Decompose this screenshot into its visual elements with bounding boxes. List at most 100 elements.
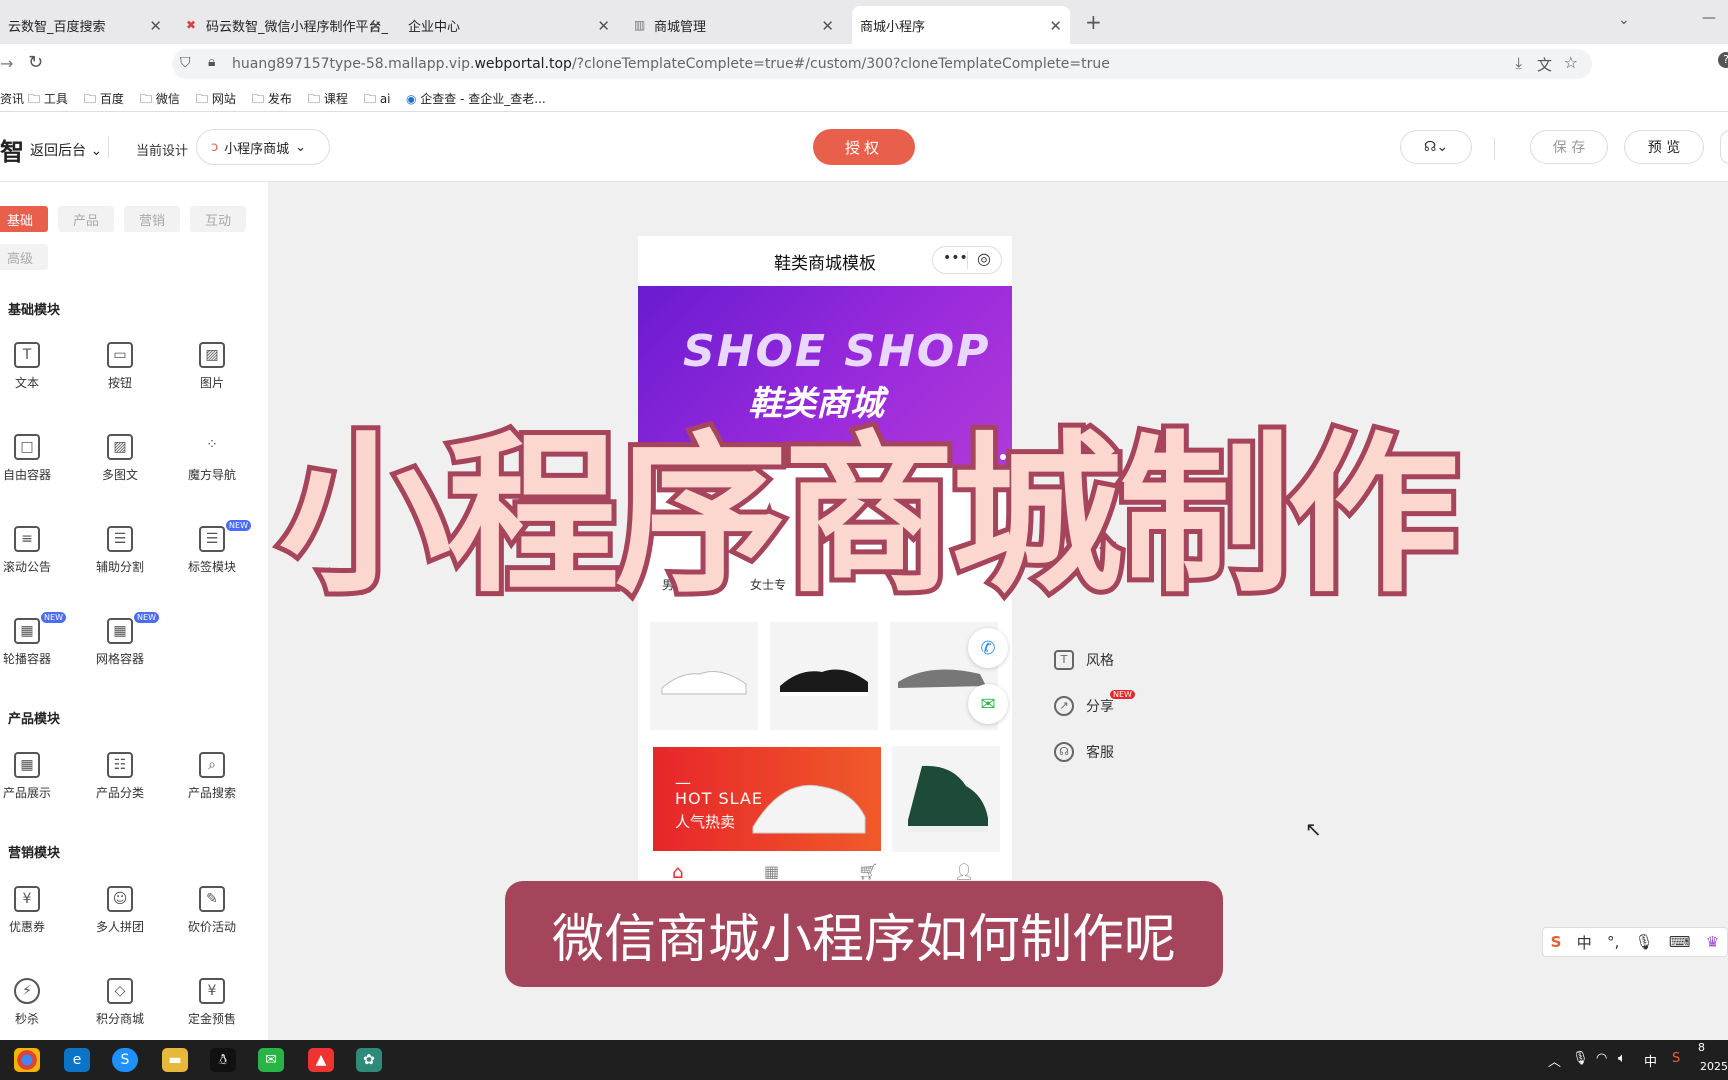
close-tab-icon[interactable]: ✕: [149, 17, 162, 35]
forward-icon[interactable]: →: [0, 54, 13, 73]
customer-service-menu-item[interactable]: ☊ 客服: [1054, 742, 1114, 762]
component-text[interactable]: T 文本: [0, 342, 62, 402]
component-deposit-presale[interactable]: ¥ 定金预售: [177, 978, 247, 1038]
bookmark-folder[interactable]: 🗀︎ 工具: [28, 90, 68, 111]
wechat-float-button[interactable]: ✉: [968, 684, 1008, 724]
translate-icon[interactable]: 文: [1537, 54, 1552, 75]
component-group-buy[interactable]: ☺ 多人拼团: [85, 886, 155, 946]
design-select[interactable]: ↄ 小程序商城 ⌄: [196, 129, 330, 165]
edge-icon[interactable]: e: [64, 1048, 90, 1072]
clock-date[interactable]: 2025: [1700, 1060, 1728, 1073]
bookmark-star-icon[interactable]: ☆: [1564, 53, 1578, 72]
bookmark-folder[interactable]: 🗀︎ 网站: [196, 90, 236, 111]
component-points-mall[interactable]: ◇ 积分商城: [85, 978, 155, 1038]
component-cube-nav[interactable]: ⁘ 魔方导航: [177, 434, 247, 494]
wechat-icon[interactable]: ✉: [258, 1048, 284, 1072]
component-product-search[interactable]: ⌕ 产品搜索: [177, 752, 247, 812]
product-thumbnail-green-hightop[interactable]: [892, 746, 1000, 852]
style-menu-item[interactable]: T 风格: [1054, 650, 1114, 670]
component-tag-module[interactable]: ☰ NEW 标签模块: [177, 520, 251, 586]
component-scroll-notice[interactable]: ≡ 滚动公告: [0, 526, 62, 586]
component-flash-sale[interactable]: ⚡ 秒杀: [0, 978, 62, 1038]
product-thumbnail-black-sneaker[interactable]: [770, 622, 878, 730]
more-button[interactable]: [1720, 130, 1728, 164]
bookmark-item[interactable]: 资讯: [0, 90, 24, 107]
app-red-icon[interactable]: ▲: [308, 1048, 334, 1072]
back-to-admin-button[interactable]: 返回后台 ⌄: [30, 140, 102, 160]
grid-icon[interactable]: ▦: [764, 862, 779, 880]
bookmark-folder[interactable]: 🗀︎ 微信: [140, 90, 180, 111]
browser-tab[interactable]: 企业中心 ✕: [400, 6, 618, 44]
ime-toolbar[interactable]: S 中 °, 🎙︎ ⌨ ♛: [1542, 927, 1728, 957]
tab-product[interactable]: 产品: [58, 206, 114, 232]
phone-call-float-button[interactable]: ✆: [968, 628, 1008, 668]
component-button[interactable]: ▭ 按钮: [85, 342, 155, 402]
component-free-container[interactable]: □ 自由容器: [0, 434, 62, 494]
punctuation-icon[interactable]: °,: [1607, 933, 1619, 951]
component-divider[interactable]: ☰ 辅助分割: [85, 526, 155, 586]
browser-tab[interactable]: ✖ 码云数智_微信小程序制作平台_ ✕: [178, 6, 390, 44]
address-bar[interactable]: ⛉ 🔒︎ huang897157type-58.mallapp.vip. webp…: [172, 49, 1592, 79]
home-icon[interactable]: ⌂: [672, 862, 683, 880]
tab-advanced[interactable]: 高级: [0, 244, 48, 270]
lock-icon[interactable]: 🔒︎: [208, 54, 215, 70]
close-tab-icon[interactable]: ✕: [1049, 17, 1062, 35]
skin-icon[interactable]: ♛: [1706, 933, 1719, 951]
bookmark-folder[interactable]: 🗀︎ 百度: [84, 90, 124, 111]
new-tab-icon[interactable]: +: [1085, 10, 1102, 34]
qq-icon[interactable]: 🐧︎: [210, 1048, 236, 1072]
volume-icon[interactable]: 🔈︎: [1618, 1051, 1626, 1066]
clock-time[interactable]: 8: [1698, 1041, 1705, 1054]
close-tab-icon[interactable]: ✕: [369, 17, 382, 35]
bookmark-folder[interactable]: 🗀︎ ai: [364, 90, 391, 111]
install-app-icon[interactable]: ⤓: [1515, 54, 1522, 72]
close-tab-icon[interactable]: ✕: [821, 17, 834, 35]
miniprogram-capsule[interactable]: ••• ◎: [932, 246, 1002, 274]
app-green-flower-icon[interactable]: ✿: [356, 1048, 382, 1072]
microphone-icon[interactable]: 🎙︎: [1635, 933, 1654, 951]
cart-icon[interactable]: 🛒︎: [858, 862, 878, 880]
browser-s-icon[interactable]: S: [112, 1048, 138, 1072]
product-thumbnail-white-sneaker[interactable]: [650, 622, 758, 730]
authorize-button[interactable]: 授权: [813, 129, 915, 165]
keyboard-icon[interactable]: ⌨: [1669, 933, 1691, 951]
customer-service-dropdown[interactable]: ☊ ⌄: [1400, 130, 1472, 164]
reload-icon[interactable]: ↻: [28, 52, 43, 73]
component-grid-container[interactable]: ▦ NEW 网格容器: [85, 612, 159, 678]
wifi-icon[interactable]: ◠: [1596, 1051, 1607, 1066]
browser-tab[interactable]: 云数智_百度搜索 ✕: [0, 6, 170, 44]
hot-sale-banner[interactable]: — HOT SLAE 人气热卖: [652, 746, 882, 852]
component-product-display[interactable]: ▦ 产品展示: [0, 752, 62, 812]
help-icon[interactable]: ?: [1718, 52, 1728, 68]
tab-marketing[interactable]: 营销: [124, 206, 180, 232]
file-explorer-icon[interactable]: ▬: [162, 1048, 188, 1072]
share-menu-item[interactable]: ↗ 分享 NEW: [1054, 689, 1139, 716]
tab-list-chevron-icon[interactable]: ⌄: [1618, 12, 1630, 28]
component-carousel-container[interactable]: ▦ NEW 轮播容器: [0, 612, 66, 678]
tracking-shield-icon[interactable]: ⛉: [180, 55, 191, 71]
tab-interaction[interactable]: 互动: [190, 206, 246, 232]
chrome-icon[interactable]: [14, 1048, 40, 1072]
bookmark-item[interactable]: ◉ 企查查 - 查企业_查老...: [406, 90, 546, 107]
component-multi-image-text[interactable]: ▨ 多图文: [85, 434, 155, 494]
tray-lang[interactable]: 中: [1644, 1051, 1657, 1070]
tray-chevron-icon[interactable]: ︿: [1548, 1051, 1561, 1070]
browser-tab-active[interactable]: 商城小程序 ✕: [852, 6, 1070, 44]
tray-mic-icon[interactable]: 🎙︎: [1572, 1051, 1589, 1066]
component-image[interactable]: ▨ 图片: [177, 342, 247, 402]
tray-sogou-icon[interactable]: S: [1672, 1051, 1680, 1066]
tab-basic[interactable]: 基础: [0, 206, 48, 232]
component-coupon[interactable]: ¥ 优惠券: [0, 886, 62, 946]
preview-button[interactable]: 预 览: [1624, 130, 1704, 164]
bookmark-folder[interactable]: 🗀︎ 发布: [252, 90, 292, 111]
close-circle-icon[interactable]: ◎: [977, 249, 991, 268]
browser-tab[interactable]: ▥ 商城管理 ✕: [626, 6, 842, 44]
ime-lang[interactable]: 中: [1577, 932, 1592, 953]
more-dots-icon[interactable]: •••: [943, 250, 968, 266]
component-product-category[interactable]: ☷ 产品分类: [85, 752, 155, 812]
minimize-icon[interactable]: —: [1702, 10, 1716, 26]
user-icon[interactable]: 👤︎: [954, 862, 974, 880]
close-tab-icon[interactable]: ✕: [597, 17, 610, 35]
save-button[interactable]: 保 存: [1530, 130, 1608, 164]
bookmark-folder[interactable]: 🗀︎ 课程: [308, 90, 348, 111]
